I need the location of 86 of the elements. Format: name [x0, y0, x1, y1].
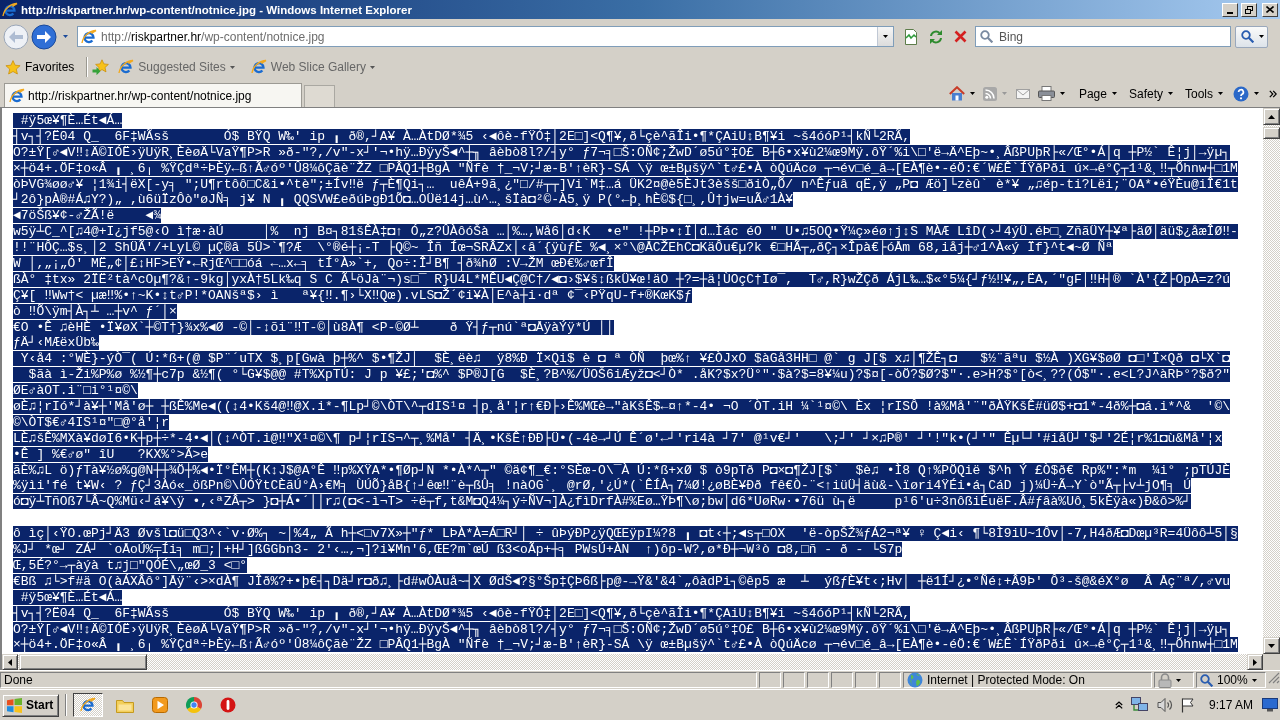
favorites-link[interactable]: Suggested Sites: [118, 59, 235, 75]
caret-icon: [1111, 92, 1117, 95]
browser-icon: [81, 28, 97, 45]
scrollbar-thumb[interactable]: [19, 654, 147, 670]
search-icon: [1241, 30, 1254, 43]
refresh-icon[interactable]: [928, 28, 944, 45]
menu-button[interactable]: Page: [1078, 86, 1117, 101]
start-button[interactable]: Start: [2, 693, 60, 717]
chevron-icon[interactable]: [1269, 89, 1277, 98]
chevron-up-icon[interactable]: [1114, 701, 1123, 709]
resize-grip-icon[interactable]: [1268, 672, 1280, 684]
address-field[interactable]: http://riskpartner.hr/wp-content/notnice.jpg: [77, 26, 894, 47]
favorites-button[interactable]: Favorites: [5, 59, 75, 75]
caret-icon: [1259, 35, 1264, 38]
caret-icon: [62, 35, 68, 38]
scroll-right-button[interactable]: [1247, 654, 1263, 670]
caret-icon: [969, 92, 975, 95]
restore-button[interactable]: [1241, 2, 1257, 17]
caret-icon: [1218, 92, 1223, 95]
status-pane: [831, 672, 853, 688]
broken-page-icon[interactable]: [903, 28, 919, 45]
menu-button[interactable]: Safety: [1128, 86, 1173, 101]
browser-icon: [80, 697, 97, 713]
star-arrow-icon[interactable]: [92, 59, 111, 75]
magnifier-icon: [1200, 673, 1213, 687]
taskbar-button[interactable]: [73, 693, 104, 717]
caret-icon: [1254, 92, 1259, 95]
browser-tab[interactable]: http://riskpartner.hr/wp-content/notnice.jpg: [4, 83, 302, 107]
caret-icon: [1168, 92, 1173, 95]
search-button[interactable]: [1235, 25, 1268, 48]
down-arrow-icon: [1268, 643, 1275, 648]
status-pane: [759, 672, 781, 688]
play-icon[interactable]: [152, 697, 169, 713]
network-icon[interactable]: [1130, 697, 1149, 713]
address-dropdown-button[interactable]: [877, 27, 893, 46]
left-arrow-icon: [8, 658, 12, 666]
help-icon[interactable]: [1233, 85, 1249, 102]
status-pane: [783, 672, 805, 688]
scrollbar-thumb[interactable]: [1263, 127, 1280, 139]
caret-icon: [883, 35, 888, 38]
scroll-left-button[interactable]: [2, 654, 18, 670]
ring-logo-icon[interactable]: [186, 697, 203, 713]
printer-icon[interactable]: [1037, 86, 1055, 101]
restore-icon: [1245, 5, 1253, 14]
status-pane: [879, 672, 901, 688]
browser-icon: [9, 87, 25, 104]
favorites-link[interactable]: Web Slice Gallery: [250, 59, 375, 75]
forward-icon[interactable]: [31, 23, 57, 50]
status-text: Done: [4, 673, 33, 687]
globe-icon: [907, 672, 923, 688]
scroll-down-button[interactable]: [1263, 637, 1280, 654]
speaker-icon[interactable]: [1156, 698, 1173, 712]
stop-icon[interactable]: [954, 30, 967, 43]
menu-button[interactable]: Tools: [1185, 86, 1223, 101]
status-pane: [807, 672, 829, 688]
browser-icon: [250, 59, 267, 75]
clock-text: 9:17 AM: [1208, 698, 1253, 712]
search-field[interactable]: Bing: [975, 26, 1231, 47]
caret-icon: [1176, 678, 1181, 682]
flag-logo-icon: [6, 697, 23, 713]
right-arrow-icon: [1253, 658, 1257, 666]
close-button[interactable]: [1262, 2, 1278, 17]
padlock-icon[interactable]: [1158, 672, 1172, 688]
zone-status: Internet | Protected Mode: On: [927, 673, 1085, 687]
magnifier-icon: [980, 30, 993, 43]
caret-icon: [369, 65, 375, 69]
star-icon: [5, 59, 21, 75]
desktop-icon[interactable]: [1262, 698, 1278, 712]
caret-icon: [1059, 92, 1065, 95]
window-title: http://riskpartner.hr/wp-content/notnice.jpg - Windows Internet Explorer: [21, 3, 413, 16]
caret-icon: [1251, 678, 1257, 682]
status-pane: [855, 672, 877, 688]
flag-icon[interactable]: [1180, 697, 1195, 713]
up-arrow-icon: [1268, 114, 1275, 119]
caret-icon: [229, 65, 235, 69]
home-icon[interactable]: [948, 86, 965, 101]
close-icon: [1266, 6, 1274, 13]
browser-icon: [2, 1, 18, 18]
minimize-button[interactable]: [1222, 2, 1238, 17]
minimize-icon: [1227, 11, 1233, 14]
browser-icon: [118, 59, 135, 75]
circle-bar-icon[interactable]: [220, 697, 237, 713]
scroll-up-button[interactable]: [1263, 108, 1280, 125]
caret-icon: [1001, 92, 1007, 95]
horizontal-scrollbar[interactable]: [2, 654, 1263, 670]
vertical-scrollbar[interactable]: [1263, 108, 1280, 654]
